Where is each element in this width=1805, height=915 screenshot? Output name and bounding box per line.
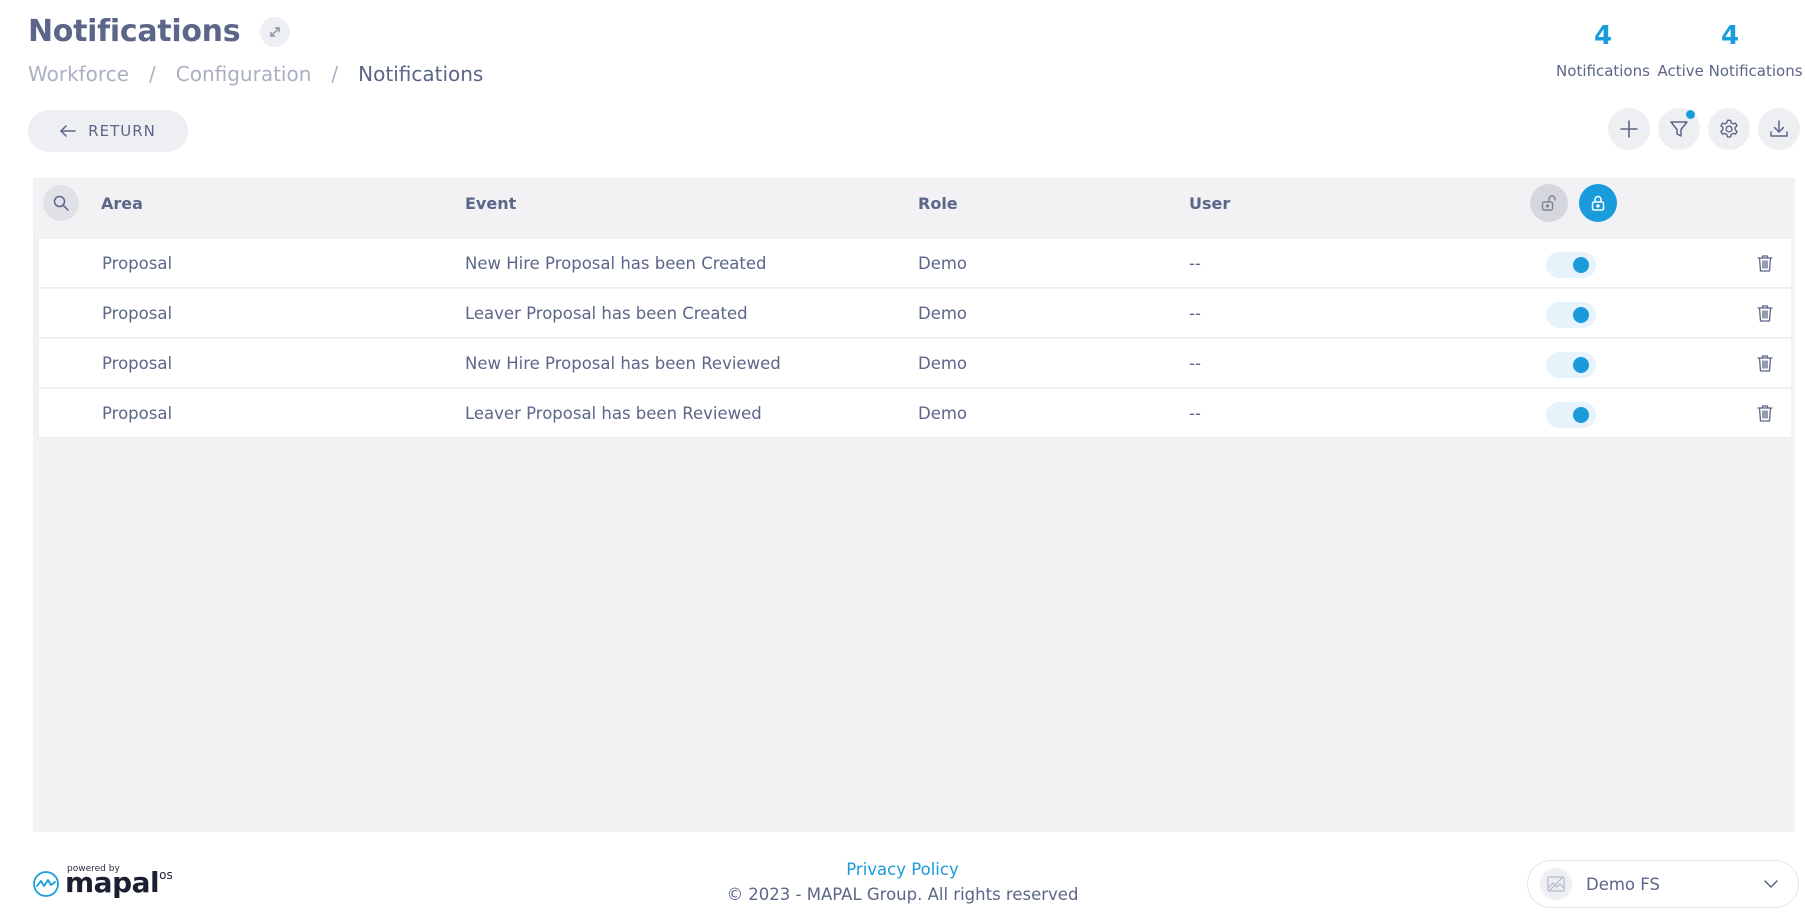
cell-user: -- (1189, 354, 1201, 373)
cell-event: Leaver Proposal has been Reviewed (465, 404, 762, 423)
delete-button[interactable] (1754, 301, 1776, 325)
toggle-knob (1573, 407, 1589, 423)
filter-button[interactable] (1658, 108, 1700, 150)
expand-icon (270, 26, 281, 37)
cell-area: Proposal (102, 254, 173, 273)
stat-active-label: Active Notifications (1657, 62, 1803, 80)
return-button[interactable]: RETURN (28, 110, 188, 152)
column-header-role[interactable]: Role (918, 178, 958, 228)
cell-area: Proposal (102, 354, 173, 373)
cell-role: Demo (918, 354, 968, 373)
expand-button[interactable] (260, 16, 291, 47)
cell-user: -- (1189, 404, 1201, 423)
breadcrumb-separator: / (331, 62, 339, 86)
table-row[interactable]: Proposal New Hire Proposal has been Crea… (39, 239, 1791, 288)
cell-area: Proposal (102, 404, 173, 423)
download-button[interactable] (1758, 108, 1800, 150)
company-avatar (1540, 868, 1572, 900)
settings-button[interactable] (1708, 108, 1750, 150)
stat-notifications-label: Notifications (1556, 62, 1650, 80)
notifications-table: Area Event Role User Proposal New Hire P… (33, 178, 1795, 832)
table-row[interactable]: Proposal Leaver Proposal has been Create… (39, 289, 1791, 338)
trash-icon (1757, 355, 1773, 372)
company-name: Demo FS (1586, 874, 1660, 894)
lock-icon (1591, 195, 1605, 211)
trash-icon (1757, 405, 1773, 422)
column-header-user[interactable]: User (1189, 178, 1230, 228)
arrow-left-icon (60, 125, 76, 137)
delete-button[interactable] (1754, 251, 1776, 275)
toggle-knob (1573, 357, 1589, 373)
privacy-policy-link[interactable]: Privacy Policy (846, 860, 958, 879)
stat-notifications: 4 Notifications (1539, 20, 1667, 80)
cell-event: New Hire Proposal has been Reviewed (465, 354, 781, 373)
table-row[interactable]: Proposal New Hire Proposal has been Revi… (39, 339, 1791, 388)
company-selector[interactable]: Demo FS (1527, 860, 1799, 908)
cell-role: Demo (918, 304, 968, 323)
active-toggle[interactable] (1546, 302, 1596, 328)
trash-icon (1757, 255, 1773, 272)
download-icon (1770, 120, 1788, 137)
toggle-knob (1573, 257, 1589, 273)
stat-active-notifications: 4 Active Notifications (1655, 20, 1805, 80)
plus-icon (1620, 120, 1638, 138)
add-button[interactable] (1608, 108, 1650, 150)
lock-filter-button[interactable] (1579, 184, 1617, 222)
breadcrumb-notifications: Notifications (358, 62, 484, 86)
active-toggle[interactable] (1546, 402, 1596, 428)
cell-event: Leaver Proposal has been Created (465, 304, 748, 323)
column-header-area[interactable]: Area (101, 178, 143, 228)
trash-icon (1757, 305, 1773, 322)
toggle-knob (1573, 307, 1589, 323)
cell-area: Proposal (102, 304, 173, 323)
breadcrumb: Workforce / Configuration / Notification… (28, 62, 483, 86)
search-button[interactable] (43, 185, 79, 221)
delete-button[interactable] (1754, 351, 1776, 375)
gear-icon (1720, 119, 1738, 138)
active-toggle[interactable] (1546, 352, 1596, 378)
stat-notifications-value: 4 (1593, 21, 1613, 51)
cell-role: Demo (918, 404, 968, 423)
page-title: Notifications (28, 14, 241, 49)
breadcrumb-configuration[interactable]: Configuration (176, 62, 312, 86)
filter-active-dot (1686, 110, 1695, 119)
filter-icon (1670, 121, 1688, 137)
cell-event: New Hire Proposal has been Created (465, 254, 767, 273)
search-icon (53, 195, 69, 211)
table-header: Area Event Role User (33, 178, 1795, 228)
stat-active-value: 4 (1720, 21, 1740, 51)
cell-user: -- (1189, 254, 1201, 273)
cell-user: -- (1189, 304, 1201, 323)
breadcrumb-separator: / (149, 62, 156, 86)
unlock-filter-button[interactable] (1530, 184, 1568, 222)
cell-role: Demo (918, 254, 968, 273)
image-placeholder-icon (1547, 876, 1565, 892)
unlock-icon (1541, 195, 1556, 211)
delete-button[interactable] (1754, 401, 1776, 425)
return-label: RETURN (88, 122, 156, 140)
column-header-event[interactable]: Event (465, 178, 516, 228)
table-row[interactable]: Proposal Leaver Proposal has been Review… (39, 389, 1791, 438)
chevron-down-icon (1764, 880, 1778, 888)
title-row: Notifications (28, 14, 291, 49)
breadcrumb-workforce[interactable]: Workforce (28, 62, 129, 86)
active-toggle[interactable] (1546, 252, 1596, 278)
